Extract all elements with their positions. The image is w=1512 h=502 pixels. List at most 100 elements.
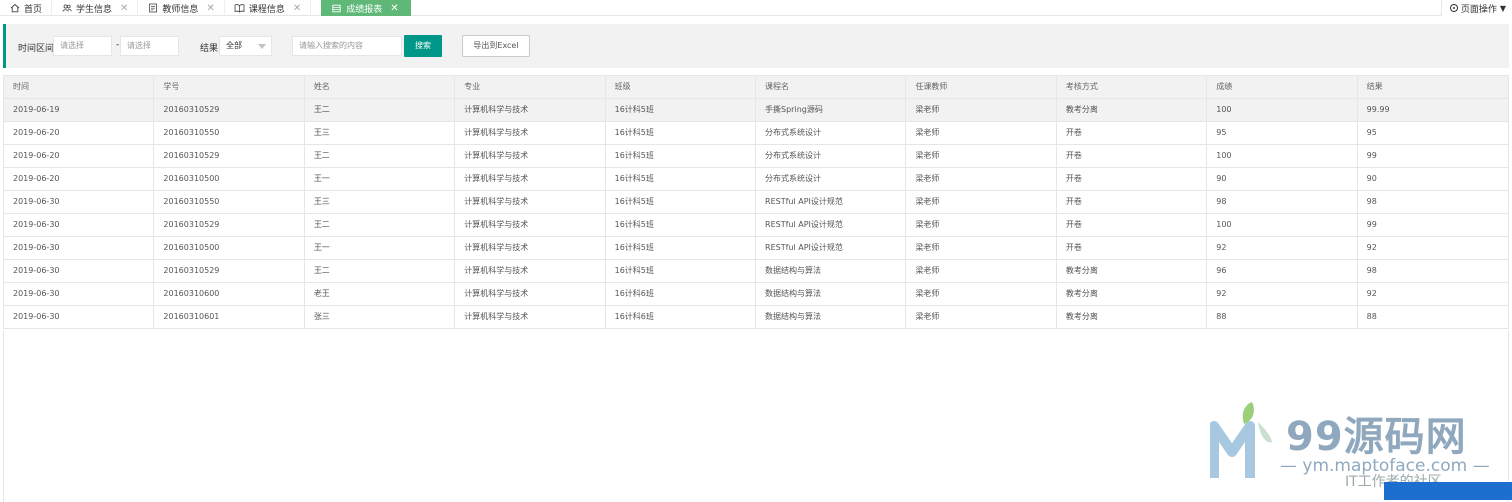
cell-exam-type: 教考分离 [1057,99,1208,121]
cell-name: 王二 [305,145,456,167]
search-input[interactable]: 请输入搜索的内容 [292,36,402,56]
header-cell-result[interactable]: 结果 [1358,76,1508,98]
tab-label: 首页 [24,4,43,15]
watermark-banner [1384,482,1512,500]
page-operations-dropdown[interactable]: 页面操作 ▼ [1440,0,1512,16]
cell-time: 2019-06-19 [4,99,155,121]
cell-teacher: 梁老师 [906,237,1057,259]
header-cell-major[interactable]: 专业 [455,76,606,98]
header-cell-student-id[interactable]: 学号 [154,76,305,98]
cell-course: RESTful API设计规范 [756,214,907,236]
header-cell-teacher[interactable]: 任课教师 [906,76,1057,98]
close-icon[interactable]: ✕ [206,3,214,14]
cell-name: 王一 [305,237,456,259]
cell-teacher: 梁老师 [906,191,1057,213]
cell-teacher: 梁老师 [906,214,1057,236]
close-icon[interactable]: ✕ [120,3,128,14]
export-excel-button[interactable]: 导出到Excel [462,35,530,57]
tab-course-info[interactable]: 课程信息 ✕ [225,0,312,16]
cell-course: 分布式系统设计 [756,122,907,144]
cell-time: 2019-06-20 [4,122,155,144]
cell-student-id: 20160310500 [154,168,305,190]
cell-name: 王二 [305,99,456,121]
header-cell-exam-type[interactable]: 考核方式 [1057,76,1208,98]
cell-result: 88 [1366,312,1377,321]
tab-student-info[interactable]: 学生信息 ✕ [52,0,139,16]
grade-table: 时间 学号 姓名 专业 班级 课程名 任课教师 考核方式 成绩 结果 2019-… [3,75,1509,329]
cell-name: 王一 [305,168,456,190]
m-logo-icon [1210,402,1272,478]
cell-exam-type: 开卷 [1057,168,1208,190]
cell-student-id: 20160310550 [154,191,305,213]
cell-exam-type: 开卷 [1057,191,1208,213]
cell-time: 2019-06-20 [4,168,155,190]
cell-course: 分布式系统设计 [756,145,907,167]
table-row[interactable]: 2019-06-19 20160310529 王二 计算机科学与技术 16计科5班 手撕S… [4,99,1508,122]
range-separator: - [116,40,120,50]
cell-class: 16计科5班 [606,237,757,259]
header-cell-score[interactable]: 成绩 [1207,76,1358,98]
id-card-icon [147,3,158,14]
cell-score: 92 [1207,283,1358,305]
cell-exam-type: 开卷 [1057,145,1208,167]
table-icon [331,3,342,14]
header-cell-course[interactable]: 课程名 [756,76,907,98]
start-date-input[interactable]: 请选择 [53,36,112,56]
tab-grade-report[interactable]: 成绩报表 ✕ [321,0,411,16]
cell-teacher: 梁老师 [906,122,1057,144]
cell-time: 2019-06-30 [4,191,155,213]
cell-name: 王二 [305,214,456,236]
cell-student-id: 20160310529 [154,260,305,282]
cell-result: 92 [1366,243,1377,252]
table-row[interactable]: 2019-06-20 20160310550 王三 计算机科学与技术 16计科5班 分布式… [4,122,1508,145]
result-select-value: 全部 [226,41,242,50]
cell-major: 计算机科学与技术 [455,168,606,190]
cell-teacher: 梁老师 [906,283,1057,305]
cell-major: 计算机科学与技术 [455,306,606,328]
cell-result: 99.99 [1366,105,1390,114]
cell-course: RESTful API设计规范 [756,237,907,259]
table-row[interactable]: 2019-06-30 20160310601 张三 计算机科学与技术 16计科6班 数据结… [4,306,1508,329]
cell-result: 95 [1366,128,1377,137]
cell-class: 16计科5班 [606,99,757,121]
cell-teacher: 梁老师 [906,260,1057,282]
header-cell-name[interactable]: 姓名 [305,76,456,98]
cell-major: 计算机科学与技术 [455,99,606,121]
search-button[interactable]: 搜索 [404,35,442,57]
table-row[interactable]: 2019-06-20 20160310529 王二 计算机科学与技术 16计科5班 分布式… [4,145,1508,168]
cell-exam-type: 开卷 [1057,237,1208,259]
table-row[interactable]: 2019-06-30 20160310529 王二 计算机科学与技术 16计科5班 RES… [4,214,1508,237]
tab-label: 学生信息 [76,4,113,15]
cell-major: 计算机科学与技术 [455,260,606,282]
cell-major: 计算机科学与技术 [455,122,606,144]
cell-student-id: 20160310529 [154,214,305,236]
table-row[interactable]: 2019-06-30 20160310550 王三 计算机科学与技术 16计科5班 RES… [4,191,1508,214]
table-row[interactable]: 2019-06-30 20160310600 老王 计算机科学与技术 16计科6班 数据结… [4,283,1508,306]
cell-result: 90 [1366,174,1377,183]
cell-score: 96 [1207,260,1358,282]
cell-time: 2019-06-30 [4,283,155,305]
watermark-title: 99源码网 [1286,414,1467,460]
header-cell-time[interactable]: 时间 [4,76,155,98]
users-icon [61,3,72,14]
cell-time: 2019-06-30 [4,237,155,259]
result-select[interactable]: 全部 [219,36,272,56]
tab-home[interactable]: 首页 [0,0,53,16]
cell-name: 王二 [305,260,456,282]
cell-score: 100 [1207,145,1358,167]
cell-class: 16计科5班 [606,145,757,167]
cell-score: 90 [1207,168,1358,190]
tab-teacher-info[interactable]: 教师信息 ✕ [138,0,225,16]
table-header-row: 时间 学号 姓名 专业 班级 课程名 任课教师 考核方式 成绩 结果 [4,76,1508,99]
table-body: 2019-06-19 20160310529 王二 计算机科学与技术 16计科5班 手撕S… [4,99,1508,329]
cell-score: 98 [1207,191,1358,213]
table-row[interactable]: 2019-06-30 20160310500 王一 计算机科学与技术 16计科5班 RES… [4,237,1508,260]
table-row[interactable]: 2019-06-20 20160310500 王一 计算机科学与技术 16计科5班 分布式… [4,168,1508,191]
table-row[interactable]: 2019-06-30 20160310529 王二 计算机科学与技术 16计科5班 数据结… [4,260,1508,283]
cell-teacher: 梁老师 [906,168,1057,190]
header-cell-class[interactable]: 班级 [606,76,757,98]
cell-exam-type: 开卷 [1057,214,1208,236]
close-icon[interactable]: ✕ [293,3,301,14]
close-icon[interactable]: ✕ [390,3,398,14]
end-date-input[interactable]: 请选择 [120,36,179,56]
